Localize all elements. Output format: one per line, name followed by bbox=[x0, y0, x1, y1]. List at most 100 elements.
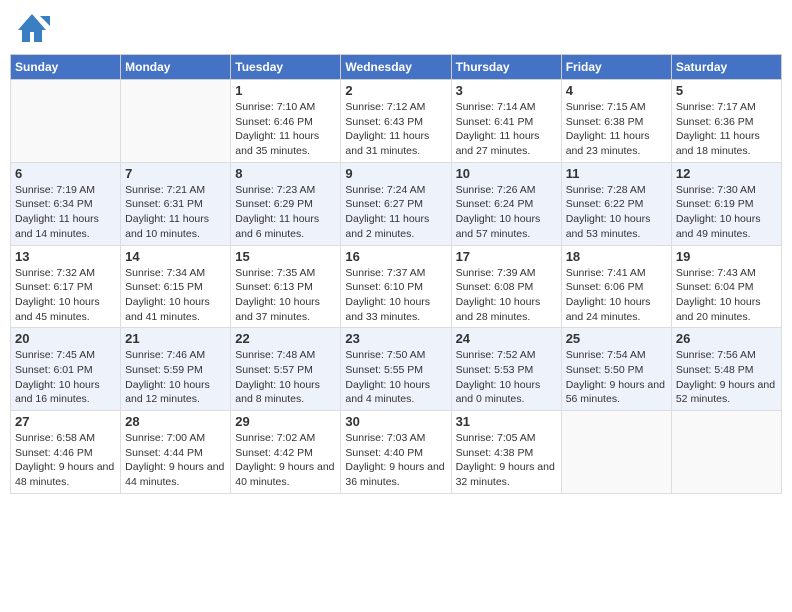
calendar-cell: 13Sunrise: 7:32 AMSunset: 6:17 PMDayligh… bbox=[11, 245, 121, 328]
day-number: 17 bbox=[456, 249, 557, 264]
day-info: Sunrise: 7:24 AMSunset: 6:27 PMDaylight:… bbox=[345, 183, 446, 242]
day-info: Sunrise: 7:19 AMSunset: 6:34 PMDaylight:… bbox=[15, 183, 116, 242]
calendar-cell: 25 Sunrise: 7:54 AMSunset: 5:50 PMDayligh… bbox=[561, 328, 671, 411]
day-number: 23 bbox=[345, 331, 446, 346]
calendar-cell: 11 Sunrise: 7:28 AMSunset: 6:22 PMDayligh… bbox=[561, 162, 671, 245]
calendar-cell bbox=[561, 411, 671, 494]
day-number: 3 bbox=[456, 83, 557, 98]
page-header bbox=[10, 10, 782, 46]
calendar-cell bbox=[11, 80, 121, 163]
calendar-cell: 24 Sunrise: 7:52 AMSunset: 5:53 PMDayligh… bbox=[451, 328, 561, 411]
day-number: 12 bbox=[676, 166, 777, 181]
day-info: Sunrise: 7:10 AMSunset: 6:46 PMDaylight:… bbox=[235, 100, 336, 159]
weekday-header-wednesday: Wednesday bbox=[341, 55, 451, 80]
day-number: 25 bbox=[566, 331, 667, 346]
day-number: 20 bbox=[15, 331, 116, 346]
weekday-header-monday: Monday bbox=[121, 55, 231, 80]
calendar-cell: 9 Sunrise: 7:24 AMSunset: 6:27 PMDaylight… bbox=[341, 162, 451, 245]
calendar-cell: 31Sunrise: 7:05 AMSunset: 4:38 PMDayligh… bbox=[451, 411, 561, 494]
day-info: Sunrise: 7:28 AMSunset: 6:22 PMDaylight:… bbox=[566, 183, 667, 242]
calendar-week-row: 1 Sunrise: 7:10 AMSunset: 6:46 PMDaylight… bbox=[11, 80, 782, 163]
day-number: 15 bbox=[235, 249, 336, 264]
calendar-cell bbox=[671, 411, 781, 494]
day-info: Sunrise: 7:54 AMSunset: 5:50 PMDaylight:… bbox=[566, 348, 667, 407]
day-info: Sunrise: 7:03 AMSunset: 4:40 PMDaylight:… bbox=[345, 431, 446, 490]
weekday-header-saturday: Saturday bbox=[671, 55, 781, 80]
calendar-cell: 1 Sunrise: 7:10 AMSunset: 6:46 PMDaylight… bbox=[231, 80, 341, 163]
calendar-cell: 12Sunrise: 7:30 AMSunset: 6:19 PMDayligh… bbox=[671, 162, 781, 245]
day-number: 10 bbox=[456, 166, 557, 181]
day-info: Sunrise: 7:39 AMSunset: 6:08 PMDaylight:… bbox=[456, 266, 557, 325]
day-number: 19 bbox=[676, 249, 777, 264]
day-number: 24 bbox=[456, 331, 557, 346]
calendar-week-row: 20 Sunrise: 7:45 AMSunset: 6:01 PMDayligh… bbox=[11, 328, 782, 411]
calendar-cell: 29Sunrise: 7:02 AMSunset: 4:42 PMDayligh… bbox=[231, 411, 341, 494]
weekday-header-thursday: Thursday bbox=[451, 55, 561, 80]
calendar-cell: 17 Sunrise: 7:39 AMSunset: 6:08 PMDayligh… bbox=[451, 245, 561, 328]
calendar-cell: 21 Sunrise: 7:46 AMSunset: 5:59 PMDayligh… bbox=[121, 328, 231, 411]
calendar-cell bbox=[121, 80, 231, 163]
day-info: Sunrise: 7:21 AMSunset: 6:31 PMDaylight:… bbox=[125, 183, 226, 242]
day-number: 21 bbox=[125, 331, 226, 346]
calendar-cell: 6Sunrise: 7:19 AMSunset: 6:34 PMDaylight… bbox=[11, 162, 121, 245]
day-number: 2 bbox=[345, 83, 446, 98]
calendar-cell: 23 Sunrise: 7:50 AMSunset: 5:55 PMDayligh… bbox=[341, 328, 451, 411]
calendar-cell: 19 Sunrise: 7:43 AMSunset: 6:04 PMDayligh… bbox=[671, 245, 781, 328]
calendar-cell: 15 Sunrise: 7:35 AMSunset: 6:13 PMDayligh… bbox=[231, 245, 341, 328]
calendar-cell: 18 Sunrise: 7:41 AMSunset: 6:06 PMDayligh… bbox=[561, 245, 671, 328]
day-info: Sunrise: 7:26 AMSunset: 6:24 PMDaylight:… bbox=[456, 183, 557, 242]
calendar-cell: 26Sunrise: 7:56 AMSunset: 5:48 PMDayligh… bbox=[671, 328, 781, 411]
calendar-cell: 16 Sunrise: 7:37 AMSunset: 6:10 PMDayligh… bbox=[341, 245, 451, 328]
calendar-cell: 20 Sunrise: 7:45 AMSunset: 6:01 PMDayligh… bbox=[11, 328, 121, 411]
weekday-header-row: SundayMondayTuesdayWednesdayThursdayFrid… bbox=[11, 55, 782, 80]
day-number: 4 bbox=[566, 83, 667, 98]
calendar-week-row: 13Sunrise: 7:32 AMSunset: 6:17 PMDayligh… bbox=[11, 245, 782, 328]
day-number: 5 bbox=[676, 83, 777, 98]
day-number: 22 bbox=[235, 331, 336, 346]
day-number: 18 bbox=[566, 249, 667, 264]
day-number: 8 bbox=[235, 166, 336, 181]
calendar-cell: 14 Sunrise: 7:34 AMSunset: 6:15 PMDayligh… bbox=[121, 245, 231, 328]
day-info: Sunrise: 7:05 AMSunset: 4:38 PMDaylight:… bbox=[456, 431, 557, 490]
day-number: 16 bbox=[345, 249, 446, 264]
logo bbox=[14, 10, 52, 46]
calendar-cell: 4 Sunrise: 7:15 AMSunset: 6:38 PMDaylight… bbox=[561, 80, 671, 163]
weekday-header-sunday: Sunday bbox=[11, 55, 121, 80]
day-info: Sunrise: 7:43 AMSunset: 6:04 PMDaylight:… bbox=[676, 266, 777, 325]
day-info: Sunrise: 7:12 AMSunset: 6:43 PMDaylight:… bbox=[345, 100, 446, 159]
day-number: 1 bbox=[235, 83, 336, 98]
day-info: Sunrise: 7:48 AMSunset: 5:57 PMDaylight:… bbox=[235, 348, 336, 407]
day-info: Sunrise: 7:14 AMSunset: 6:41 PMDaylight:… bbox=[456, 100, 557, 159]
day-number: 11 bbox=[566, 166, 667, 181]
day-number: 9 bbox=[345, 166, 446, 181]
day-info: Sunrise: 7:50 AMSunset: 5:55 PMDaylight:… bbox=[345, 348, 446, 407]
day-info: Sunrise: 7:32 AMSunset: 6:17 PMDaylight:… bbox=[15, 266, 116, 325]
day-info: Sunrise: 7:15 AMSunset: 6:38 PMDaylight:… bbox=[566, 100, 667, 159]
calendar-cell: 28Sunrise: 7:00 AMSunset: 4:44 PMDayligh… bbox=[121, 411, 231, 494]
day-info: Sunrise: 7:02 AMSunset: 4:42 PMDaylight:… bbox=[235, 431, 336, 490]
calendar-table: SundayMondayTuesdayWednesdayThursdayFrid… bbox=[10, 54, 782, 494]
calendar-cell: 30 Sunrise: 7:03 AMSunset: 4:40 PMDayligh… bbox=[341, 411, 451, 494]
day-info: Sunrise: 7:35 AMSunset: 6:13 PMDaylight:… bbox=[235, 266, 336, 325]
day-number: 30 bbox=[345, 414, 446, 429]
day-info: Sunrise: 7:37 AMSunset: 6:10 PMDaylight:… bbox=[345, 266, 446, 325]
day-number: 7 bbox=[125, 166, 226, 181]
day-info: Sunrise: 7:46 AMSunset: 5:59 PMDaylight:… bbox=[125, 348, 226, 407]
day-info: Sunrise: 7:52 AMSunset: 5:53 PMDaylight:… bbox=[456, 348, 557, 407]
weekday-header-tuesday: Tuesday bbox=[231, 55, 341, 80]
day-info: Sunrise: 7:23 AMSunset: 6:29 PMDaylight:… bbox=[235, 183, 336, 242]
day-info: Sunrise: 7:56 AMSunset: 5:48 PMDaylight:… bbox=[676, 348, 777, 407]
day-number: 28 bbox=[125, 414, 226, 429]
weekday-header-friday: Friday bbox=[561, 55, 671, 80]
calendar-cell: 10 Sunrise: 7:26 AMSunset: 6:24 PMDayligh… bbox=[451, 162, 561, 245]
day-number: 14 bbox=[125, 249, 226, 264]
calendar-cell: 7 Sunrise: 7:21 AMSunset: 6:31 PMDaylight… bbox=[121, 162, 231, 245]
calendar-cell: 3 Sunrise: 7:14 AMSunset: 6:41 PMDaylight… bbox=[451, 80, 561, 163]
day-info: Sunrise: 7:34 AMSunset: 6:15 PMDaylight:… bbox=[125, 266, 226, 325]
day-info: Sunrise: 7:41 AMSunset: 6:06 PMDaylight:… bbox=[566, 266, 667, 325]
day-info: Sunrise: 7:45 AMSunset: 6:01 PMDaylight:… bbox=[15, 348, 116, 407]
calendar-cell: 27Sunrise: 6:58 AMSunset: 4:46 PMDayligh… bbox=[11, 411, 121, 494]
logo-icon bbox=[14, 10, 50, 46]
calendar-week-row: 27Sunrise: 6:58 AMSunset: 4:46 PMDayligh… bbox=[11, 411, 782, 494]
day-info: Sunrise: 6:58 AMSunset: 4:46 PMDaylight:… bbox=[15, 431, 116, 490]
